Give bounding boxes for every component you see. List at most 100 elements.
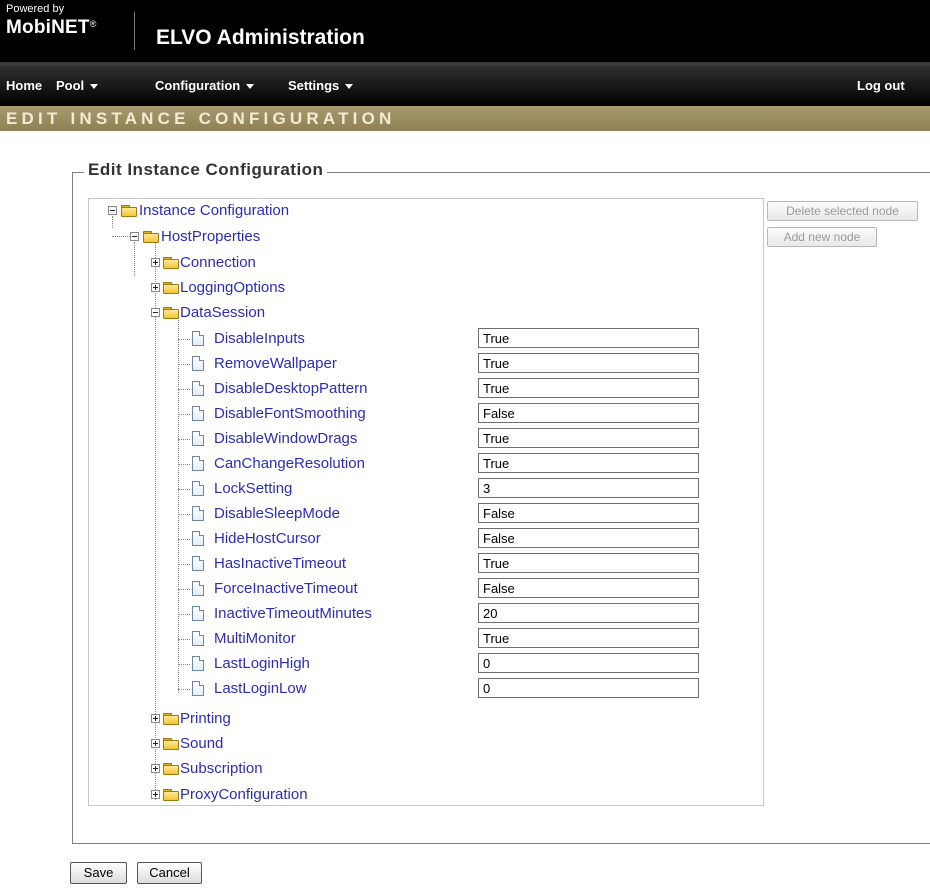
logout-link[interactable]: Log out	[857, 78, 905, 93]
tree-node-datasession[interactable]: DataSession	[180, 304, 265, 321]
tree-node-sound[interactable]: Sound	[180, 735, 223, 752]
collapse-toggle[interactable]	[151, 308, 160, 317]
property-name[interactable]: InactiveTimeoutMinutes	[214, 605, 372, 622]
collapse-toggle[interactable]	[108, 206, 117, 215]
top-header: Powered by MobiNET® ELVO Administration	[0, 0, 930, 62]
property-value-field[interactable]	[478, 603, 699, 623]
property-name[interactable]: LockSetting	[214, 480, 292, 497]
property-name[interactable]: DisableFontSmoothing	[214, 405, 366, 422]
property-value-field[interactable]	[478, 528, 699, 548]
document-icon	[192, 681, 204, 696]
document-icon	[192, 431, 204, 446]
property-value-field[interactable]	[478, 553, 699, 573]
nav-settings[interactable]: Settings	[288, 78, 354, 93]
tree-connector	[178, 339, 190, 340]
tree-connector	[178, 439, 190, 440]
property-value-field[interactable]	[478, 403, 699, 423]
folder-icon	[163, 282, 179, 294]
delete-node-button[interactable]: Delete selected node	[767, 201, 918, 221]
tree-connector	[178, 514, 190, 515]
property-value-field[interactable]	[478, 353, 699, 373]
property-name[interactable]: DisableSleepMode	[214, 505, 340, 522]
collapse-toggle[interactable]	[130, 232, 139, 241]
property-value-field[interactable]	[478, 678, 699, 698]
tree-connector	[178, 389, 190, 390]
property-name[interactable]: HasInactiveTimeout	[214, 555, 346, 572]
folder-icon	[163, 789, 179, 801]
cancel-button[interactable]: Cancel	[137, 862, 202, 884]
document-icon	[192, 506, 204, 521]
tree-connector	[178, 489, 190, 490]
tree-connector	[178, 414, 190, 415]
save-button[interactable]: Save	[70, 862, 127, 884]
property-name[interactable]: LastLoginHigh	[214, 655, 310, 672]
tree-node-proxyconfiguration[interactable]: ProxyConfiguration	[180, 786, 308, 803]
expand-toggle[interactable]	[151, 258, 160, 267]
property-value-field[interactable]	[478, 478, 699, 498]
document-icon	[192, 331, 204, 346]
document-icon	[192, 606, 204, 621]
logout-label: Log out	[857, 78, 905, 93]
document-icon	[192, 631, 204, 646]
document-icon	[192, 556, 204, 571]
property-value-field[interactable]	[478, 578, 699, 598]
tree-connector	[134, 242, 135, 276]
nav-configuration[interactable]: Configuration	[155, 78, 255, 93]
property-value-field[interactable]	[478, 428, 699, 448]
expand-toggle[interactable]	[151, 790, 160, 799]
expand-toggle[interactable]	[151, 283, 160, 292]
property-name[interactable]: DisableWindowDrags	[214, 430, 357, 447]
property-name[interactable]: DisableInputs	[214, 330, 305, 347]
folder-icon	[163, 738, 179, 750]
property-value-field[interactable]	[478, 378, 699, 398]
property-name[interactable]: ForceInactiveTimeout	[214, 580, 358, 597]
property-name[interactable]: RemoveWallpaper	[214, 355, 337, 372]
tree-node-printing[interactable]: Printing	[180, 710, 231, 727]
page-title: EDIT INSTANCE CONFIGURATION	[6, 109, 396, 128]
document-icon	[192, 406, 204, 421]
property-name[interactable]: LastLoginLow	[214, 680, 307, 697]
add-node-button[interactable]: Add new node	[767, 227, 877, 247]
nav-home-label: Home	[6, 78, 43, 93]
property-name[interactable]: MultiMonitor	[214, 630, 296, 647]
tree-connector	[178, 589, 190, 590]
property-name[interactable]: DisableDesktopPattern	[214, 380, 367, 397]
property-value-field[interactable]	[478, 503, 699, 523]
folder-open-icon	[163, 307, 179, 319]
tree-connector	[178, 318, 179, 693]
tree-connector	[178, 464, 190, 465]
document-icon	[192, 381, 204, 396]
tree-connector	[178, 564, 190, 565]
expand-toggle[interactable]	[151, 764, 160, 773]
property-value-field[interactable]	[478, 653, 699, 673]
tree-connector	[178, 614, 190, 615]
document-icon	[192, 581, 204, 596]
fieldset-legend: Edit Instance Configuration	[84, 160, 328, 180]
nav-configuration-label: Configuration	[155, 78, 241, 93]
property-value-field[interactable]	[478, 328, 699, 348]
app-title: ELVO Administration	[156, 26, 365, 49]
folder-icon	[163, 713, 179, 725]
tree-node-connection[interactable]: Connection	[180, 254, 256, 271]
nav-home[interactable]: Home	[6, 78, 42, 93]
document-icon	[192, 481, 204, 496]
document-icon	[192, 356, 204, 371]
tree-node-hostproperties[interactable]: HostProperties	[161, 228, 260, 245]
main-nav: Home Pool Configuration Settings Log out	[0, 62, 930, 106]
expand-toggle[interactable]	[151, 739, 160, 748]
expand-toggle[interactable]	[151, 714, 160, 723]
tree-connector	[178, 539, 190, 540]
property-name[interactable]: CanChangeResolution	[214, 455, 365, 472]
tree-node-subscription[interactable]: Subscription	[180, 760, 263, 777]
page-banner: EDIT INSTANCE CONFIGURATION	[0, 106, 930, 131]
nav-pool-label: Pool	[56, 78, 85, 93]
property-value-field[interactable]	[478, 628, 699, 648]
tree-connector	[178, 364, 190, 365]
property-value-field[interactable]	[478, 453, 699, 473]
tree-connector	[178, 664, 190, 665]
property-name[interactable]: HideHostCursor	[214, 530, 321, 547]
folder-icon	[163, 763, 179, 775]
nav-pool[interactable]: Pool	[56, 78, 99, 93]
tree-node-loggingoptions[interactable]: LoggingOptions	[180, 279, 285, 296]
tree-node-instance-configuration[interactable]: Instance Configuration	[139, 202, 289, 219]
